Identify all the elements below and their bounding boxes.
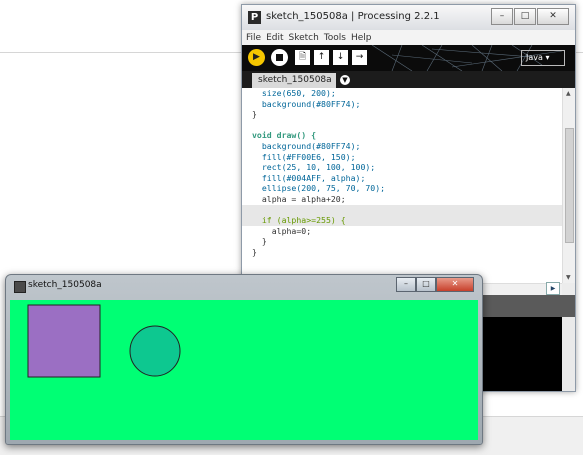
sketch-maximize-button[interactable]: □ bbox=[416, 277, 436, 292]
scroll-up-icon[interactable]: ▲ bbox=[566, 90, 571, 97]
mode-selector[interactable]: Java ▾ bbox=[521, 50, 565, 66]
menu-edit[interactable]: Edit bbox=[266, 33, 283, 43]
sketch-minimize-button[interactable]: – bbox=[396, 277, 416, 292]
sketch-window: sketch_150508a – □ ✕ bbox=[5, 274, 483, 445]
ide-toolbar: ▶ 🗎 ↑ ↓ → Java ▾ bbox=[242, 45, 575, 71]
code-line: ellipse(200, 75, 70, 70); bbox=[252, 183, 386, 194]
console-scrollbar[interactable] bbox=[562, 317, 575, 391]
tab-menu-arrow-icon[interactable]: ▼ bbox=[340, 75, 350, 85]
sketch-drawing bbox=[27, 304, 181, 378]
sketch-canvas[interactable] bbox=[10, 300, 478, 440]
menu-tools[interactable]: Tools bbox=[324, 33, 346, 43]
code-line: } bbox=[252, 236, 267, 247]
scroll-down-icon[interactable]: ▼ bbox=[566, 274, 571, 281]
mode-label: Java bbox=[526, 53, 543, 62]
minimize-button[interactable]: – bbox=[491, 8, 513, 25]
code-line: alpha = alpha+20; bbox=[252, 193, 346, 204]
sketch-close-button[interactable]: ✕ bbox=[436, 277, 474, 292]
tab-sketch[interactable]: sketch_150508a bbox=[252, 73, 336, 88]
ide-window-title: sketch_150508a | Processing 2.2.1 bbox=[266, 11, 440, 22]
export-button[interactable]: → bbox=[352, 50, 367, 65]
save-button[interactable]: ↓ bbox=[333, 50, 348, 65]
sketch-window-icon bbox=[14, 281, 26, 293]
code-line: fill(#004AFF, alpha); bbox=[252, 172, 366, 183]
code-line: } bbox=[252, 246, 257, 257]
code-line: alpha=0; bbox=[252, 225, 312, 236]
code-line-highlighted: if (alpha>=255) { bbox=[242, 215, 562, 226]
sketch-title-bar[interactable]: sketch_150508a – □ ✕ bbox=[6, 275, 482, 297]
editor-vertical-scrollbar[interactable]: ▲ ▼ bbox=[562, 88, 575, 283]
code-line: void draw() { bbox=[252, 130, 317, 141]
code-line: background(#80FF74); bbox=[252, 98, 361, 109]
code-line: fill(#FF00E6, 150); bbox=[252, 151, 356, 162]
new-button[interactable]: 🗎 bbox=[295, 50, 310, 65]
code-line bbox=[242, 204, 562, 216]
stop-icon bbox=[276, 54, 283, 61]
purple-square bbox=[27, 304, 101, 378]
green-circle bbox=[129, 325, 181, 377]
scroll-right-icon[interactable]: ▶ bbox=[546, 282, 560, 295]
scrollbar-thumb[interactable] bbox=[565, 128, 574, 243]
code-line: background(#80FF74); bbox=[252, 140, 361, 151]
sketch-window-title: sketch_150508a bbox=[28, 280, 102, 290]
menu-sketch[interactable]: Sketch bbox=[289, 33, 319, 43]
ide-tab-bar: sketch_150508a ▼ bbox=[242, 71, 575, 88]
open-button[interactable]: ↑ bbox=[314, 50, 329, 65]
maximize-button[interactable]: □ bbox=[514, 8, 536, 25]
menu-help[interactable]: Help bbox=[351, 33, 372, 43]
code-line: } bbox=[252, 109, 257, 120]
stop-button[interactable] bbox=[271, 49, 288, 66]
ide-menu-bar: File Edit Sketch Tools Help bbox=[242, 30, 575, 45]
menu-file[interactable]: File bbox=[246, 33, 261, 43]
run-button[interactable]: ▶ bbox=[248, 49, 265, 66]
code-line: rect(25, 10, 100, 100); bbox=[252, 162, 376, 173]
close-button[interactable]: ✕ bbox=[537, 8, 569, 25]
processing-app-icon: P bbox=[248, 11, 261, 24]
ide-title-bar[interactable]: P sketch_150508a | Processing 2.2.1 – □ … bbox=[242, 5, 575, 30]
code-editor[interactable]: size(650, 200); background(#80FF74); } v… bbox=[242, 88, 562, 283]
code-line: size(650, 200); bbox=[252, 88, 336, 98]
